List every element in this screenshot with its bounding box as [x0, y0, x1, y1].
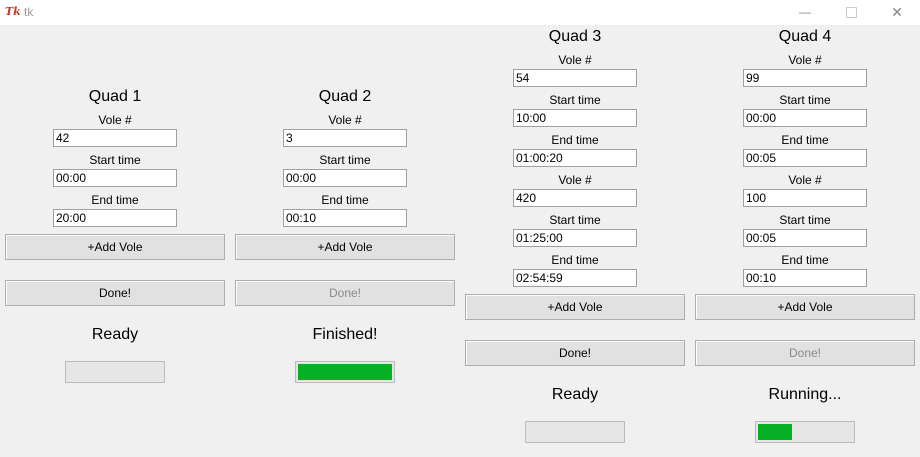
start-time-label: Start time: [89, 153, 141, 167]
add-vole-button[interactable]: +Add Vole: [5, 234, 225, 260]
start-time-input[interactable]: [53, 169, 177, 187]
progress-bar: [295, 361, 395, 383]
add-vole-button[interactable]: +Add Vole: [465, 294, 685, 320]
end-time-label: End time: [321, 193, 369, 207]
start-time-input[interactable]: [283, 169, 407, 187]
minimize-button[interactable]: —: [782, 0, 828, 25]
start-time-label: Start time: [549, 93, 601, 107]
vole-number-input[interactable]: [53, 129, 177, 147]
add-vole-button[interactable]: +Add Vole: [235, 234, 455, 260]
vole-number-label: Vole #: [98, 113, 132, 127]
end-time-input[interactable]: [53, 209, 177, 227]
maximize-icon: [845, 7, 857, 19]
quad-title: Quad 2: [318, 88, 372, 105]
vole-number-label: Vole #: [788, 173, 822, 187]
end-time-input[interactable]: [743, 269, 867, 287]
end-time-input[interactable]: [513, 149, 637, 167]
done-button[interactable]: Done!: [465, 340, 685, 366]
progress-bar: [755, 421, 855, 443]
vole-number-input[interactable]: [743, 189, 867, 207]
vole-number-input[interactable]: [513, 69, 637, 87]
status-label: Ready: [551, 386, 599, 403]
end-time-label: End time: [781, 133, 829, 147]
maximize-button[interactable]: [828, 0, 874, 25]
vole-number-label: Vole #: [558, 173, 592, 187]
status-label: Ready: [91, 326, 139, 343]
end-time-label: End time: [91, 193, 139, 207]
start-time-input[interactable]: [513, 229, 637, 247]
end-time-label: End time: [551, 253, 599, 267]
title-bar: Tk tk — ✕: [0, 0, 920, 25]
done-button[interactable]: Done!: [235, 280, 455, 306]
progress-bar: [525, 421, 625, 443]
progress-bar: [65, 361, 165, 383]
tk-feather-icon: Tk: [5, 5, 21, 18]
vole-number-label: Vole #: [558, 53, 592, 67]
vole-number-label: Vole #: [328, 113, 362, 127]
end-time-label: End time: [781, 253, 829, 267]
vole-number-input[interactable]: [513, 189, 637, 207]
end-time-input[interactable]: [283, 209, 407, 227]
start-time-label: Start time: [319, 153, 371, 167]
vole-number-input[interactable]: [283, 129, 407, 147]
quad-title: Quad 3: [548, 28, 602, 45]
quad-title: Quad 4: [778, 28, 832, 45]
window-title: tk: [24, 5, 34, 19]
progress-bar-fill: [758, 424, 792, 440]
start-time-label: Start time: [779, 93, 831, 107]
start-time-label: Start time: [549, 213, 601, 227]
done-button[interactable]: Done!: [695, 340, 915, 366]
vole-number-label: Vole #: [788, 53, 822, 67]
end-time-input[interactable]: [513, 269, 637, 287]
done-button[interactable]: Done!: [5, 280, 225, 306]
status-label: Finished!: [312, 326, 378, 343]
status-label: Running...: [768, 386, 842, 403]
start-time-input[interactable]: [513, 109, 637, 127]
quad-title: Quad 1: [88, 88, 142, 105]
start-time-input[interactable]: [743, 229, 867, 247]
end-time-input[interactable]: [743, 149, 867, 167]
progress-bar-fill: [298, 364, 392, 380]
start-time-input[interactable]: [743, 109, 867, 127]
end-time-label: End time: [551, 133, 599, 147]
close-button[interactable]: ✕: [874, 0, 920, 25]
add-vole-button[interactable]: +Add Vole: [695, 294, 915, 320]
vole-number-input[interactable]: [743, 69, 867, 87]
start-time-label: Start time: [779, 213, 831, 227]
